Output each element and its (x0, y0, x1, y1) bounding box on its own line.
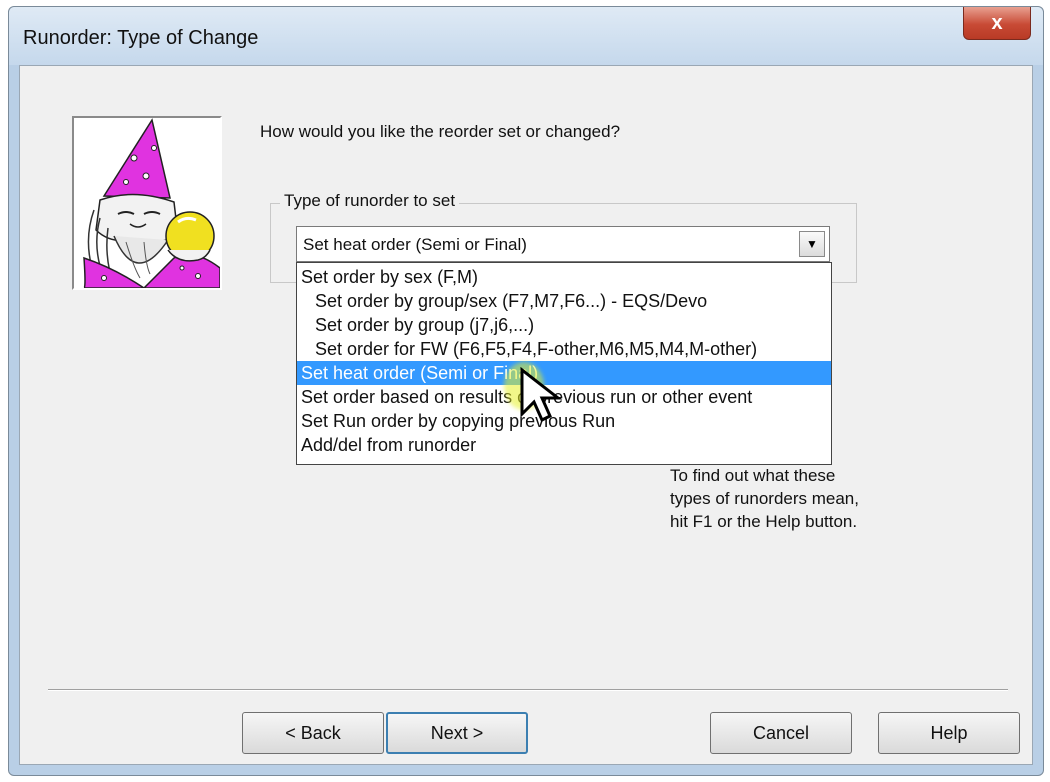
dropdown-arrow-button[interactable]: ▼ (799, 231, 825, 257)
back-button[interactable]: < Back (242, 712, 384, 754)
cancel-button[interactable]: Cancel (710, 712, 852, 754)
runorder-type-dropdown-list: Set order by sex (F,M) Set order by grou… (296, 262, 832, 465)
help-hint-line: To find out what these (670, 466, 836, 485)
dropdown-option[interactable]: Set order for FW (F6,F5,F4,F-other,M6,M5… (297, 337, 831, 361)
help-hint-line: types of runorders mean, (670, 489, 859, 508)
help-hint: To find out what these types of runorder… (670, 464, 859, 533)
dropdown-option[interactable]: Set order by sex (F,M) (297, 265, 831, 289)
close-button[interactable]: x (963, 7, 1031, 40)
dropdown-option[interactable]: Add/del from runorder (297, 433, 831, 457)
runorder-type-select[interactable]: Set heat order (Semi or Final) ▼ (296, 226, 830, 262)
close-icon: x (991, 11, 1003, 34)
title-bar[interactable]: Runorder: Type of Change x (9, 7, 1043, 65)
help-hint-line: hit F1 or the Help button. (670, 512, 858, 531)
dialog-client-area: How would you like the reorder set or ch… (19, 65, 1033, 765)
next-button[interactable]: Next > (386, 712, 528, 754)
button-separator (48, 689, 1008, 691)
chevron-down-icon: ▼ (806, 237, 818, 251)
combo-selected-value: Set heat order (Semi or Final) (303, 235, 527, 254)
window-title: Runorder: Type of Change (23, 27, 259, 49)
groupbox-label: Type of runorder to set (280, 191, 460, 211)
dropdown-option[interactable]: Set order by group (j7,j6,...) (297, 313, 831, 337)
dialog-window: Runorder: Type of Change x How would you… (8, 6, 1044, 776)
help-button[interactable]: Help (878, 712, 1020, 754)
question-text: How would you like the reorder set or ch… (260, 122, 621, 141)
wizard-illustration (72, 116, 222, 290)
mouse-pointer-icon (520, 366, 563, 423)
wizard-icon (74, 118, 220, 288)
dropdown-option[interactable]: Set order by group/sex (F7,M7,F6...) - E… (297, 289, 831, 313)
